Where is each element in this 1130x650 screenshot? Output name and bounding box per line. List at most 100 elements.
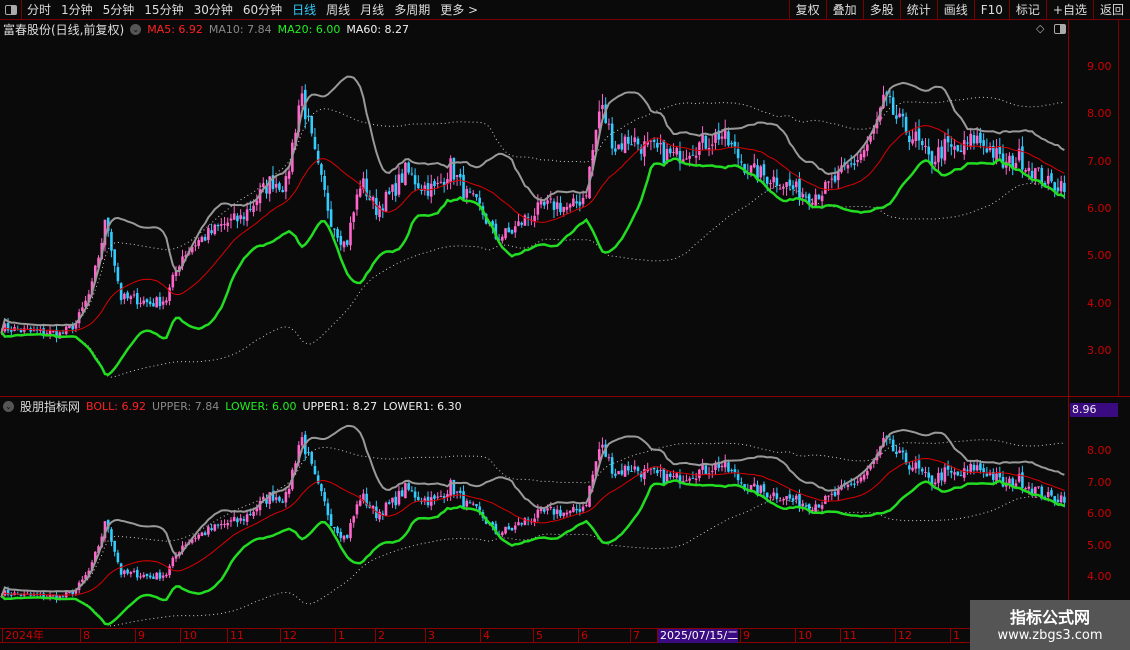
candle-body [772,176,775,183]
candle-body [888,438,892,440]
candle-body [320,164,323,175]
candle-body [895,451,898,454]
period-tab[interactable]: 30分钟 [189,1,238,18]
watermark-url: www.zbgs3.com [997,628,1103,643]
candle-body [239,215,242,220]
toolbar-button[interactable]: +自选 [1045,0,1093,20]
candle-body [139,576,142,578]
candle-body [733,469,737,473]
candle-body [116,552,120,563]
candle-body [323,176,326,190]
candle-body [636,467,640,471]
candle-body [520,222,523,225]
candle-body [979,132,982,144]
candle-body [578,201,582,206]
candle-body [924,471,927,473]
candle-body [213,524,217,531]
candle-body [226,523,230,526]
candle-body [659,470,662,472]
candle-body [849,483,853,485]
candle-body [953,146,956,150]
period-tab[interactable]: 日线 [287,1,321,18]
candle-body [478,197,481,204]
period-tab[interactable]: 周线 [321,1,355,18]
period-tab[interactable]: 15分钟 [139,1,188,18]
period-tab[interactable]: 5分钟 [98,1,140,18]
upper-line [0,424,1065,597]
candle-body [833,175,837,182]
candle-body [617,144,620,150]
candle-body [10,330,13,332]
candle-body [762,484,766,492]
candle-body [252,205,255,213]
candle-body [452,157,456,180]
price-chart[interactable] [0,20,1068,396]
candle-body [849,163,853,165]
toolbar-button[interactable]: 多股 [862,0,900,20]
period-tab[interactable]: 月线 [355,1,389,18]
candle-body [656,142,659,148]
toolbar-button[interactable]: 画线 [936,0,974,20]
candle-body [281,190,284,193]
candle-body [429,183,433,197]
candle-body [152,576,155,579]
candle-body [572,198,575,207]
candle-body [975,135,979,144]
candle-body [249,513,252,515]
lower1-line [1,182,1065,378]
candle-body [794,495,798,500]
period-tab[interactable]: 多周期 [389,1,435,18]
toolbar-button[interactable]: 叠加 [825,0,863,20]
candle-body [455,491,459,493]
candle-body [132,570,136,572]
toolbar-button[interactable]: 统计 [899,0,937,20]
period-tabs: 分时 1分钟 5分钟 15分钟 30分钟 60分钟 日线 周线 月线 多周期 更多 > [22,1,483,18]
candle-body [287,488,291,494]
candle-body [623,465,627,477]
period-tab[interactable]: 1分钟 [56,1,98,18]
candle-body [917,128,921,141]
candle-body [307,451,310,453]
candle-body [765,176,769,184]
candle-body [61,596,65,598]
toolbar-button[interactable]: 标记 [1008,0,1046,20]
period-tab[interactable]: 更多 > [435,1,483,18]
candle-body [633,466,637,470]
candle-body [798,178,801,200]
period-tab[interactable]: 60分钟 [238,1,287,18]
candle-body [575,201,578,204]
candle-body [168,287,171,301]
candle-body [1024,488,1027,490]
candle-body [152,303,155,307]
candle-body [142,300,146,304]
toolbar-button[interactable]: 复权 [788,0,826,20]
candle-body [552,508,556,515]
candle-body [1027,167,1031,172]
candle-body [462,491,465,508]
candle-body [710,144,714,146]
candle-body [349,523,352,539]
indicator-chart[interactable] [0,397,1068,628]
candle-body [510,230,514,234]
candle-body [710,471,714,473]
period-tab[interactable]: 分时 [22,1,56,18]
candle-body [165,574,168,577]
candle-body [888,95,892,98]
side-tabs[interactable] [1118,20,1130,396]
candle-body [652,467,656,470]
toolbar-button[interactable]: F10 [973,0,1009,20]
candle-body [536,509,540,518]
candle-body [691,154,695,156]
candle-body [933,161,937,165]
panel-toggle-icon[interactable] [0,0,22,20]
candle-body [620,470,624,475]
toolbar-button[interactable]: 返回 [1092,0,1130,20]
candle-body [232,213,236,220]
candle-body [113,249,116,266]
candle-body [242,519,246,521]
candle-body [778,500,782,502]
candle-body [1046,491,1050,498]
date-label: 1 [950,629,960,643]
candle-body [904,116,908,133]
candle-body [607,457,611,459]
